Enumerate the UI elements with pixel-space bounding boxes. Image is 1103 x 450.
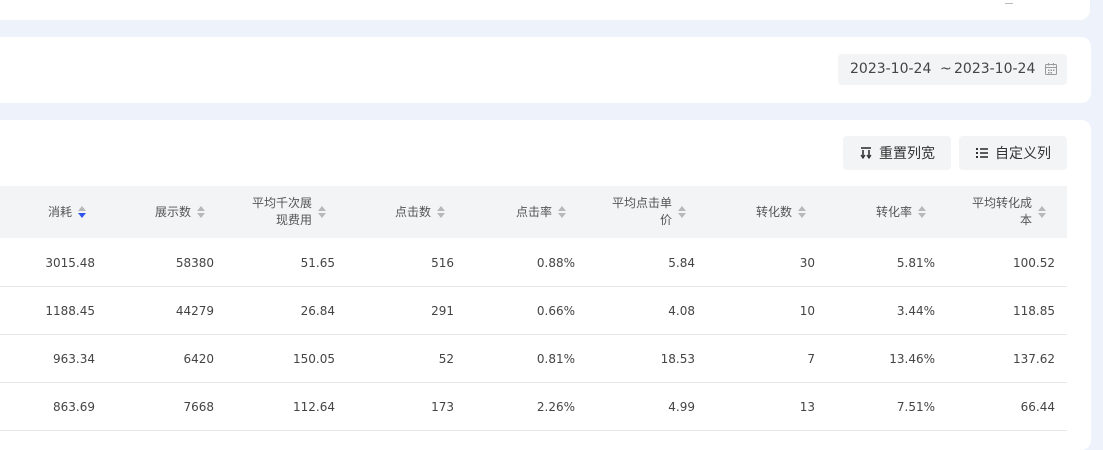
sort-icon[interactable] — [918, 206, 926, 218]
table-row: 1188.45 44279 26.84 291 0.66% 4.08 10 3.44% 118.… — [0, 287, 1067, 335]
column-header-label: 平均点击单价 — [612, 195, 672, 229]
sort-icon[interactable] — [1038, 206, 1046, 218]
column-header-label-line: 价 — [659, 213, 672, 227]
date-start[interactable]: 2023-10-24 — [850, 61, 931, 77]
date-range-picker[interactable]: 2023-10-24 ~ 2023-10-24 — [838, 54, 1067, 85]
table-cell: 5.81% — [896, 256, 935, 270]
column-header-label: 转化率 — [875, 204, 912, 219]
custom-columns-label: 自定义列 — [995, 146, 1051, 162]
column-header-2[interactable]: 平均千次展现费用 — [216, 186, 326, 238]
table-cell: 5.84 — [668, 256, 695, 270]
table-cell: 58380 — [175, 256, 214, 270]
table-cell: 963.34 — [53, 352, 95, 366]
custom-columns-button[interactable]: 自定义列 — [959, 136, 1067, 170]
table-cell: 1188.45 — [45, 304, 95, 318]
column-header-0[interactable]: 消耗 — [0, 186, 86, 238]
table-cell: 66.44 — [1020, 400, 1055, 414]
column-header-label: 点击数 — [394, 204, 431, 219]
table-cell: 0.66% — [536, 304, 575, 318]
column-header-8[interactable]: 平均转化成本 — [936, 186, 1046, 238]
column-header-label: 平均千次展现费用 — [252, 195, 312, 229]
table-cell: 7668 — [183, 400, 214, 414]
sort-icon[interactable] — [798, 206, 806, 218]
table-cell: 13 — [799, 400, 815, 414]
table-cell: 0.88% — [536, 256, 575, 270]
column-header-label: 平均转化成本 — [972, 195, 1032, 229]
table-cell: 7.51% — [896, 400, 935, 414]
table-cell: 118.85 — [1013, 304, 1055, 318]
column-header-label-line: 平均点击单 — [611, 196, 672, 210]
date-separator: ~ — [940, 61, 952, 77]
table-cell: 30 — [799, 256, 815, 270]
table-cell: 44279 — [175, 304, 214, 318]
column-header-6[interactable]: 转化数 — [696, 186, 806, 238]
table-cell: 3015.48 — [45, 256, 95, 270]
column-header-7[interactable]: 转化率 — [816, 186, 926, 238]
column-header-label: 消耗 — [47, 204, 72, 219]
table-cell: 26.84 — [300, 304, 335, 318]
table-cell: 4.99 — [668, 400, 695, 414]
table-cell: 112.64 — [293, 400, 335, 414]
column-header-3[interactable]: 点击数 — [335, 186, 445, 238]
table-cell: 0.81% — [536, 352, 575, 366]
top-card-mark — [1005, 0, 1013, 4]
reset-column-width-label: 重置列宽 — [879, 146, 935, 162]
column-header-label: 点击率 — [515, 204, 552, 219]
table-cell: 173 — [431, 400, 454, 414]
table-cell: 2.26% — [536, 400, 575, 414]
table-row: 963.34 6420 150.05 52 0.81% 18.53 7 13.46% 137.6… — [0, 335, 1067, 383]
table-cell: 13.46% — [889, 352, 935, 366]
table-cell: 51.65 — [300, 256, 335, 270]
sort-icon[interactable] — [437, 206, 445, 218]
table-cell: 291 — [431, 304, 454, 318]
table-cell: 7 — [807, 352, 815, 366]
column-header-4[interactable]: 点击率 — [456, 186, 566, 238]
sort-icon[interactable] — [678, 206, 686, 218]
date-end[interactable]: 2023-10-24 — [954, 61, 1035, 77]
table-cell: 3.44% — [896, 304, 935, 318]
table-cell: 863.69 — [53, 400, 95, 414]
column-header-label-line: 平均千次展 — [251, 196, 312, 210]
table-cell: 52 — [438, 352, 454, 366]
table-cell: 10 — [799, 304, 815, 318]
column-header-5[interactable]: 平均点击单价 — [576, 186, 686, 238]
table-cell: 150.05 — [293, 352, 335, 366]
column-header-label-line: 平均转化成 — [971, 196, 1032, 210]
column-width-icon — [860, 147, 872, 160]
table-cell: 100.52 — [1013, 256, 1055, 270]
table-cell: 516 — [431, 256, 454, 270]
column-header-label-line: 现费用 — [275, 213, 312, 227]
table-row: 3015.48 58380 51.65 516 0.88% 5.84 30 5.81% 100.… — [0, 239, 1067, 287]
calendar-icon[interactable] — [1044, 62, 1058, 76]
sort-icon[interactable] — [318, 206, 326, 218]
column-header-label-line: 本 — [1019, 213, 1032, 227]
table-cell: 4.08 — [668, 304, 695, 318]
sort-icon[interactable] — [78, 206, 86, 218]
reset-column-width-button[interactable]: 重置列宽 — [843, 136, 951, 170]
table-cell: 137.62 — [1013, 352, 1055, 366]
sort-icon[interactable] — [197, 206, 205, 218]
table-cell: 18.53 — [660, 352, 695, 366]
table-row: 863.69 7668 112.64 173 2.26% 4.99 13 7.51% 66.44 — [0, 383, 1067, 431]
column-header-1[interactable]: 展示数 — [95, 186, 205, 238]
table-cell: 6420 — [183, 352, 214, 366]
sort-icon[interactable] — [558, 206, 566, 218]
column-header-label: 展示数 — [154, 204, 191, 219]
column-header-label: 转化数 — [755, 204, 792, 219]
list-icon — [976, 148, 988, 158]
top-card — [0, 0, 1090, 20]
table-header: 消耗 展示数 平均千次展现费用 点击数 点击率 平均点击单价 转化数 转化率 平均转化成本 — [0, 186, 1067, 238]
